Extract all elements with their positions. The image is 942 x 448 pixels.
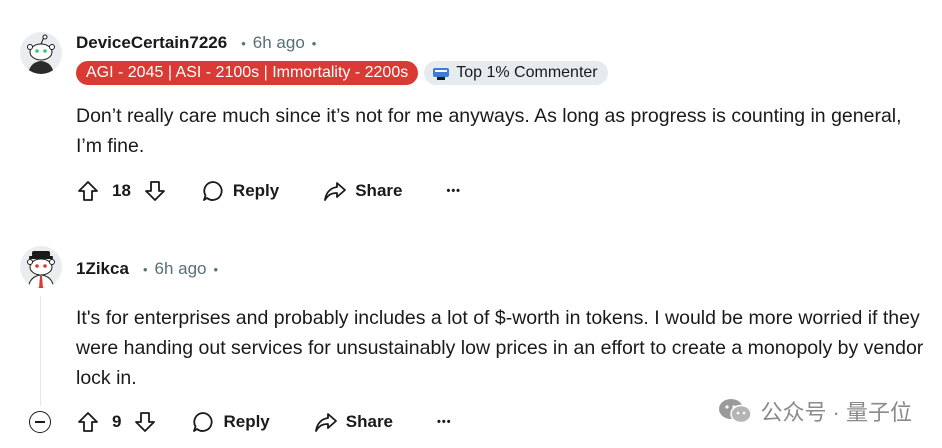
wechat-icon xyxy=(718,397,753,425)
separator-dot: • xyxy=(311,35,317,51)
snoo-avatar-icon xyxy=(20,246,62,288)
separator-dot: • xyxy=(142,261,148,277)
comment-bubble-icon xyxy=(201,179,225,203)
more-options-icon[interactable]: ••• xyxy=(437,416,452,428)
collapse-thread-button[interactable] xyxy=(29,411,51,433)
reply-label: Reply xyxy=(232,181,280,200)
minus-icon xyxy=(35,421,45,423)
username[interactable]: DeviceCertain7226 xyxy=(76,33,227,53)
comment-actions: 18 Reply Share ••• xyxy=(76,173,461,209)
share-button[interactable]: Share xyxy=(314,410,393,434)
user-flair: AGI - 2045 | ASI - 2100s | Immortality -… xyxy=(76,61,419,85)
reply-label: Reply xyxy=(223,412,270,431)
trophy-icon xyxy=(432,65,450,81)
upvote-icon[interactable] xyxy=(76,179,100,203)
downvote-icon[interactable] xyxy=(133,410,157,434)
downvote-icon[interactable] xyxy=(143,179,167,203)
top-commenter-badge[interactable]: Top 1% Commenter xyxy=(424,61,608,85)
vote-score: 9 xyxy=(112,412,122,431)
separator-dot: • xyxy=(241,35,246,51)
flair-row: AGI - 2045 | ASI - 2100s | Immortality -… xyxy=(76,61,608,85)
reply-button[interactable]: Reply xyxy=(191,410,270,434)
snoo-avatar-icon xyxy=(20,32,62,74)
separator-dot: • xyxy=(213,261,219,277)
comment-meta: DeviceCertain7226 • 6h ago • xyxy=(76,32,323,54)
watermark-text: 公众号 · 量子位 xyxy=(760,400,912,425)
share-icon xyxy=(314,410,338,434)
comment-body: It's for enterprises and probably includ… xyxy=(76,307,924,389)
comment-body: Don’t really care much since it’s not fo… xyxy=(76,105,902,157)
badge-label: Top 1% Commenter xyxy=(456,64,598,81)
watermark: 公众号 · 量子位 xyxy=(718,395,912,427)
thread-line[interactable] xyxy=(40,296,41,406)
comment-meta: 1Zikca • 6h ago • xyxy=(76,258,225,280)
vote-score: 18 xyxy=(112,181,131,200)
share-button[interactable]: Share xyxy=(323,179,402,203)
comment-bubble-icon xyxy=(191,410,215,434)
timestamp[interactable]: 6h ago xyxy=(253,33,305,53)
username[interactable]: 1Zikca xyxy=(76,259,129,279)
share-label: Share xyxy=(345,412,394,431)
share-label: Share xyxy=(355,181,403,200)
share-icon xyxy=(323,179,347,203)
timestamp[interactable]: 6h ago xyxy=(155,259,207,279)
more-options-icon[interactable]: ••• xyxy=(446,185,461,197)
comment-actions: 9 Reply Share ••• xyxy=(76,404,452,440)
upvote-icon[interactable] xyxy=(76,410,100,434)
user-avatar[interactable] xyxy=(20,246,62,288)
user-avatar[interactable] xyxy=(20,32,62,74)
reply-button[interactable]: Reply xyxy=(201,179,279,203)
